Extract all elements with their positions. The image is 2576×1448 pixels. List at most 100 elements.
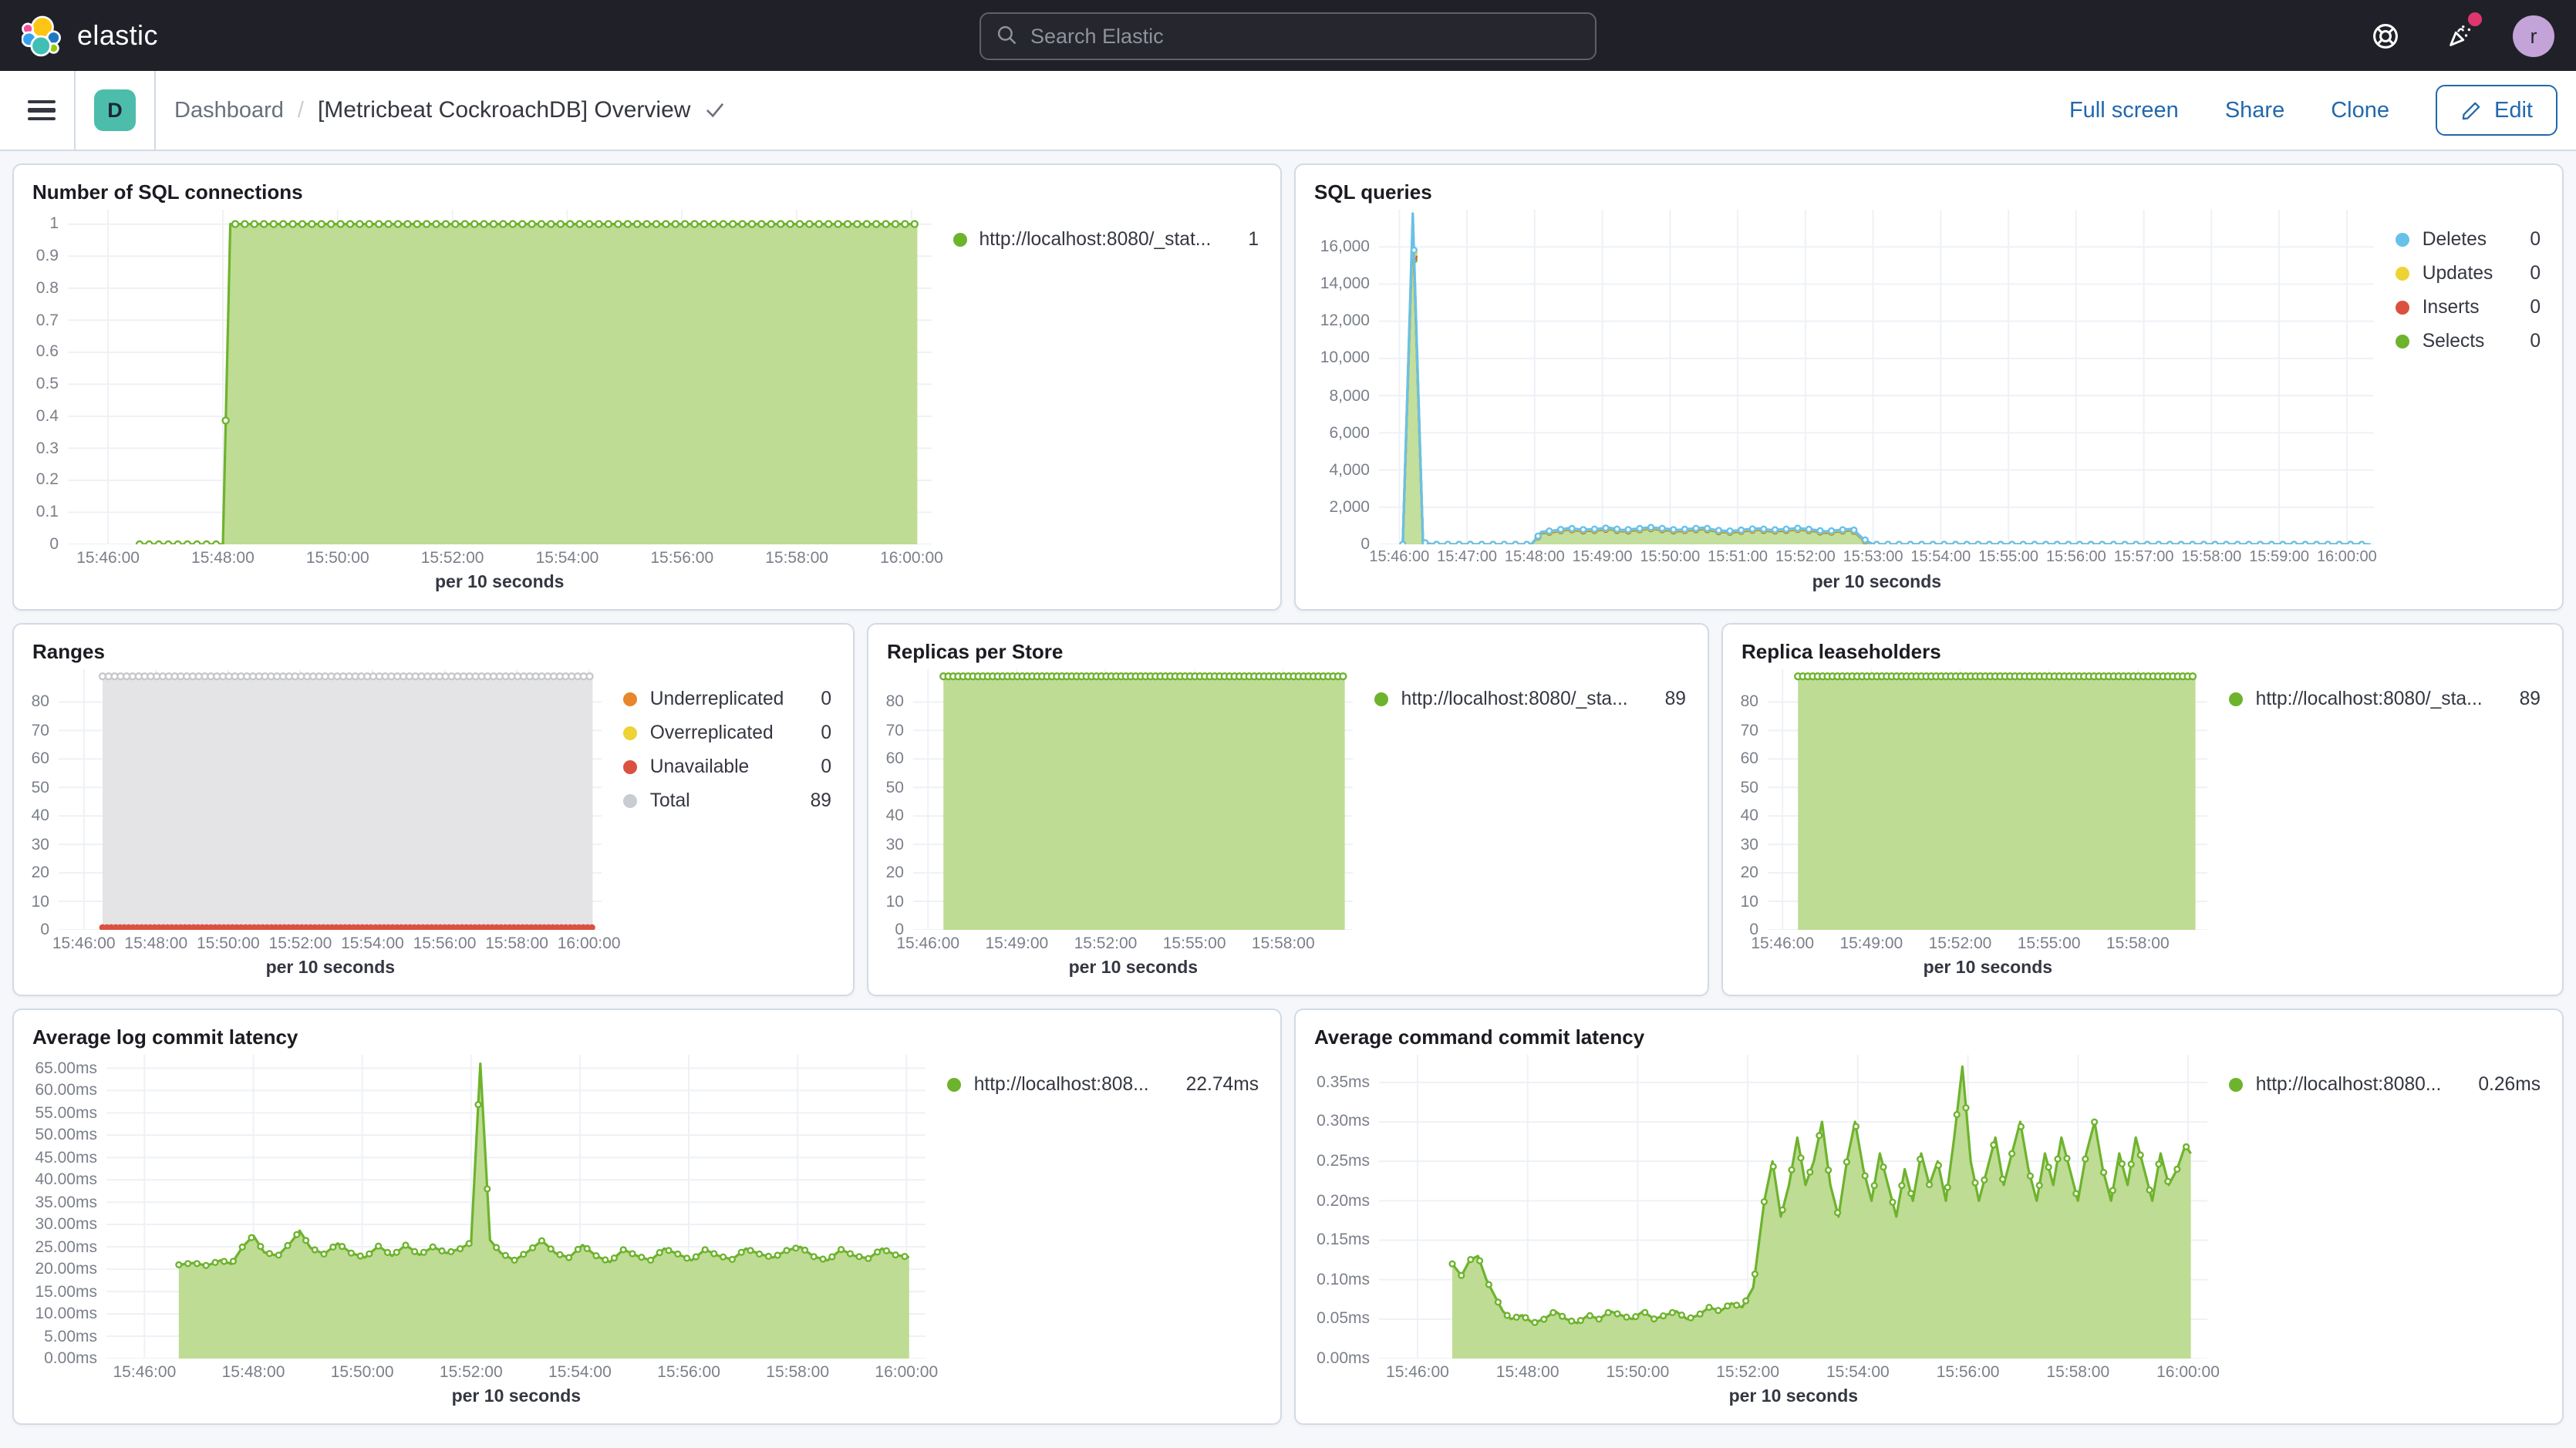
legend-item[interactable]: Deletes0: [2396, 228, 2541, 250]
x-axis: 15:46:0015:48:0015:50:0015:52:0015:54:00…: [59, 930, 602, 955]
legend-label: http://localhost:808...: [974, 1073, 1149, 1095]
share-button[interactable]: Share: [2225, 98, 2284, 123]
top-right-actions: r: [2365, 15, 2554, 56]
chart-legend: Deletes0 Updates0 Inserts0 Selects0: [2378, 210, 2550, 600]
y-tick-label: 0.35ms: [1317, 1073, 1370, 1092]
clone-button[interactable]: Clone: [2331, 98, 2389, 123]
x-axis-label: per 10 seconds: [1379, 569, 2375, 600]
edit-button[interactable]: Edit: [2436, 85, 2557, 136]
legend-item[interactable]: http://localhost:808...22.74ms: [948, 1073, 1259, 1095]
x-tick-label: 15:49:00: [985, 934, 1048, 953]
top-bar: elastic: [0, 0, 2576, 71]
elastic-logo-icon: [22, 13, 63, 58]
legend-item[interactable]: Inserts0: [2396, 296, 2541, 318]
chart-legend: http://localhost:8080/_sta...89: [2211, 669, 2550, 985]
y-tick-label: 80: [886, 692, 904, 711]
y-tick-label: 65.00ms: [35, 1059, 97, 1077]
legend-item[interactable]: http://localhost:8080...0.26ms: [2230, 1073, 2541, 1095]
elastic-logo[interactable]: elastic: [22, 13, 158, 58]
y-tick-label: 70: [1741, 721, 1758, 739]
legend-item[interactable]: http://localhost:8080/_sta...89: [1375, 688, 1686, 709]
legend-item[interactable]: Selects0: [2396, 330, 2541, 352]
y-tick-label: 0: [49, 535, 59, 554]
y-tick-label: 55.00ms: [35, 1103, 97, 1122]
panel-title[interactable]: Number of SQL connections: [14, 165, 1280, 207]
y-tick-label: 30: [1741, 835, 1758, 854]
chart-canvas[interactable]: [1379, 1055, 2208, 1359]
panel-title[interactable]: Average command commit latency: [1296, 1010, 2562, 1052]
brand-text: elastic: [77, 19, 158, 52]
x-axis: 15:46:0015:49:0015:52:0015:55:0015:58:00: [913, 930, 1354, 955]
x-tick-label: 15:58:00: [2181, 549, 2241, 566]
legend-item[interactable]: Overreplicated0: [624, 722, 831, 743]
legend-item[interactable]: http://localhost:8080/_stat...1: [953, 228, 1259, 250]
panel-sql-queries: SQL queries 16,00014,00012,00010,0008,00…: [1294, 163, 2564, 611]
legend-item[interactable]: Unavailable0: [624, 756, 831, 777]
y-axis: 65.00ms60.00ms55.00ms50.00ms45.00ms40.00…: [23, 1055, 106, 1359]
y-tick-label: 8,000: [1329, 386, 1370, 405]
chart-canvas[interactable]: [913, 669, 1354, 930]
title-menu-check-icon[interactable]: [704, 102, 724, 119]
user-avatar[interactable]: r: [2513, 15, 2554, 56]
y-tick-label: 20.00ms: [35, 1260, 97, 1278]
chart-canvas[interactable]: [1379, 210, 2375, 544]
x-tick-label: 16:00:00: [880, 549, 943, 567]
panel-title[interactable]: Ranges: [14, 625, 853, 666]
x-tick-label: 15:50:00: [306, 549, 369, 567]
legend-label: Updates: [2423, 262, 2493, 284]
news-button[interactable]: [2439, 15, 2479, 56]
y-tick-label: 50: [1741, 778, 1758, 796]
panel-title[interactable]: Replica leaseholders: [1723, 625, 2562, 666]
x-tick-label: 15:56:00: [1937, 1363, 2000, 1382]
badge-letter: D: [107, 99, 123, 122]
x-tick-label: 15:56:00: [657, 1363, 720, 1382]
y-tick-label: 10.00ms: [35, 1305, 97, 1323]
menu-button[interactable]: [28, 99, 56, 120]
search-input[interactable]: [1030, 24, 1580, 47]
legend-item[interactable]: Updates0: [2396, 262, 2541, 284]
chart-canvas[interactable]: [68, 210, 932, 544]
chart-canvas[interactable]: [1768, 669, 2208, 930]
panel-title[interactable]: Average log commit latency: [14, 1010, 1280, 1052]
x-tick-label: 15:54:00: [1910, 549, 1971, 566]
fullscreen-button[interactable]: Full screen: [2069, 98, 2179, 123]
legend-dot-icon: [624, 759, 638, 773]
legend-dot-icon: [953, 232, 967, 246]
legend-item[interactable]: http://localhost:8080/_sta...89: [2230, 688, 2541, 709]
legend-dot-icon: [2396, 232, 2410, 246]
y-tick-label: 30.00ms: [35, 1215, 97, 1234]
y-tick-label: 5.00ms: [44, 1327, 97, 1345]
panel-title[interactable]: SQL queries: [1296, 165, 2562, 207]
global-search[interactable]: [979, 12, 1597, 59]
panel-number-of-sql-connections: Number of SQL connections 10.90.80.70.60…: [12, 163, 1282, 611]
x-tick-label: 15:47:00: [1437, 549, 1497, 566]
x-axis-label: per 10 seconds: [1768, 955, 2208, 985]
y-tick-label: 0.5: [36, 375, 59, 393]
x-tick-label: 15:51:00: [1708, 549, 1768, 566]
y-tick-label: 0.30ms: [1317, 1113, 1370, 1131]
help-button[interactable]: [2365, 15, 2405, 56]
legend-item[interactable]: Underreplicated0: [624, 688, 831, 709]
y-tick-label: 30: [32, 835, 49, 854]
y-tick-label: 40: [1741, 807, 1758, 825]
breadcrumb-dashboard[interactable]: Dashboard: [174, 98, 284, 123]
panel-ranges: Ranges 80706050403020100 15:46:0015:48:0…: [12, 623, 855, 996]
chart-canvas[interactable]: [106, 1055, 926, 1359]
x-tick-label: 15:53:00: [1843, 549, 1903, 566]
legend-value: 89: [2495, 688, 2541, 709]
legend-dot-icon: [624, 793, 638, 807]
legend-dot-icon: [624, 692, 638, 705]
panel-title[interactable]: Replicas per Store: [868, 625, 1708, 666]
panel-average-log-commit-latency: Average log commit latency 65.00ms60.00m…: [12, 1009, 1282, 1425]
chart-canvas[interactable]: [59, 669, 602, 930]
y-axis: 80706050403020100: [1732, 669, 1768, 930]
legend-item[interactable]: Total89: [624, 790, 831, 811]
x-axis: 15:46:0015:47:0015:48:0015:49:0015:50:00…: [1379, 544, 2375, 569]
x-tick-label: 15:48:00: [222, 1363, 285, 1382]
legend-value: 89: [786, 790, 831, 811]
dashboard-badge[interactable]: D: [94, 89, 136, 131]
x-tick-label: 16:00:00: [2317, 549, 2377, 566]
y-tick-label: 0.25ms: [1317, 1152, 1370, 1170]
breadcrumb-current[interactable]: [Metricbeat CockroachDB] Overview: [318, 97, 691, 123]
y-tick-label: 50.00ms: [35, 1126, 97, 1144]
